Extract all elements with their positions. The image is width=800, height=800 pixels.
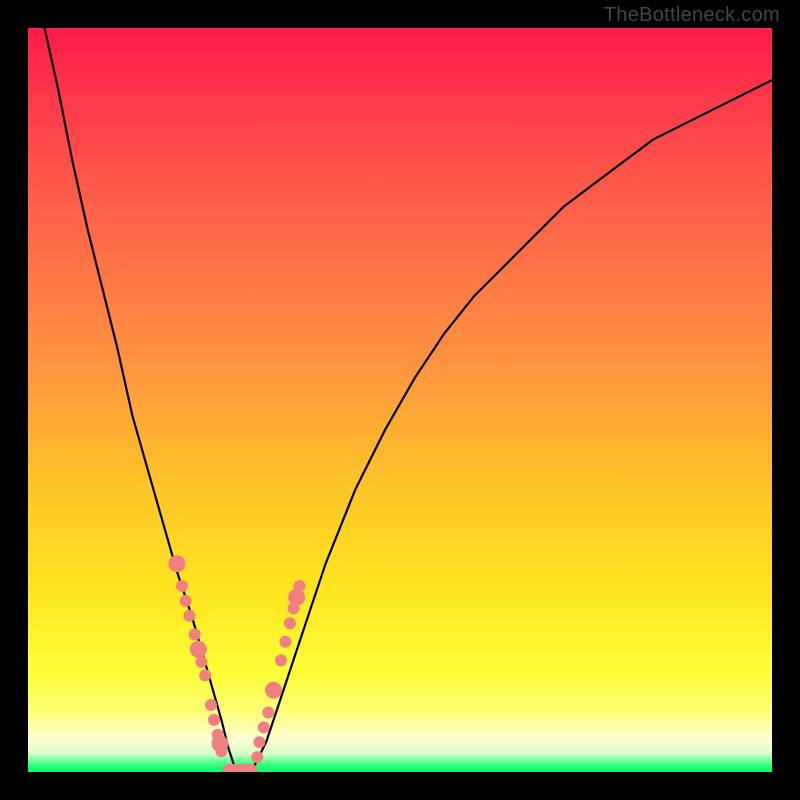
- chart-frame: TheBottleneck.com: [0, 0, 800, 800]
- data-dots: [168, 555, 305, 772]
- data-dot: [275, 654, 287, 666]
- data-dot: [168, 555, 185, 572]
- data-dot: [180, 595, 192, 607]
- data-dot: [288, 589, 305, 606]
- data-dot: [265, 682, 282, 699]
- data-dot: [199, 669, 211, 681]
- watermark-text: TheBottleneck.com: [604, 4, 780, 27]
- data-dot: [195, 656, 207, 668]
- data-dot: [294, 580, 306, 592]
- bottleneck-curve: [28, 28, 772, 772]
- data-dot: [176, 580, 188, 592]
- data-dot: [183, 610, 195, 622]
- data-dot: [205, 699, 217, 711]
- data-dot: [258, 721, 270, 733]
- data-dot: [279, 636, 291, 648]
- data-dot: [253, 736, 265, 748]
- data-dot: [251, 751, 263, 763]
- data-dot: [215, 745, 227, 757]
- data-dot: [190, 641, 207, 658]
- curve-layer: [28, 28, 772, 772]
- data-dot: [208, 714, 220, 726]
- plot-area: [28, 28, 772, 772]
- data-dot: [284, 617, 296, 629]
- data-dot: [262, 707, 274, 719]
- data-dot: [189, 628, 201, 640]
